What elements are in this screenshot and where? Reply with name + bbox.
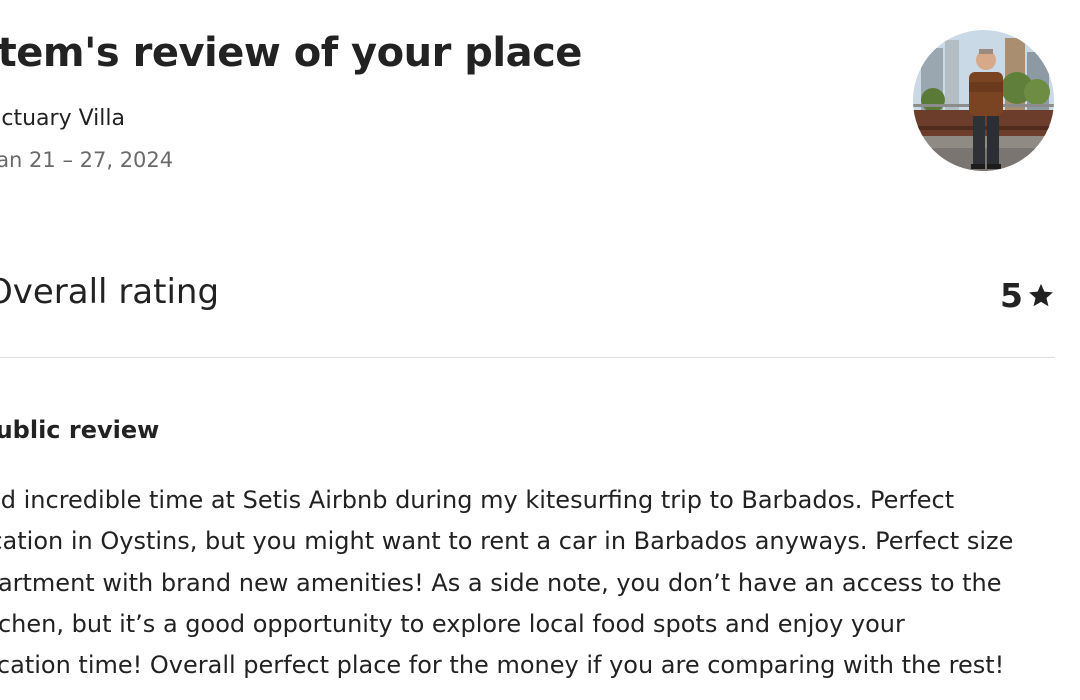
review-text-line: vacation time! Overall perfect place for… [0, 651, 1005, 680]
page-title: Artem's review of your place [0, 30, 582, 76]
review-text-line: apartment with brand new amenities! As a… [0, 568, 1002, 597]
rating-value: 5 [1000, 276, 1023, 315]
review-page: Artem's review of your place Sanctuary V… [0, 0, 1080, 700]
overall-rating-label: Overall rating [0, 272, 220, 312]
review-text-line: location in Oystins, but you might want … [0, 527, 1014, 556]
review-text-line: kitchen, but it’s a good opportunity to … [0, 609, 905, 638]
avatar-photo [913, 30, 1054, 171]
public-review-text: Had incredible time at Setis Airbnb duri… [0, 480, 1078, 686]
avatar[interactable] [913, 30, 1054, 171]
listing-name: Sanctuary Villa [0, 106, 125, 131]
overall-rating: 5 [1000, 276, 1055, 315]
divider [0, 357, 1055, 358]
star-icon [1027, 282, 1055, 310]
public-review-heading: Public review [0, 416, 160, 444]
stay-dates: Jan 21 – 27, 2024 [0, 148, 174, 172]
review-text-line: Had incredible time at Setis Airbnb duri… [0, 486, 955, 514]
